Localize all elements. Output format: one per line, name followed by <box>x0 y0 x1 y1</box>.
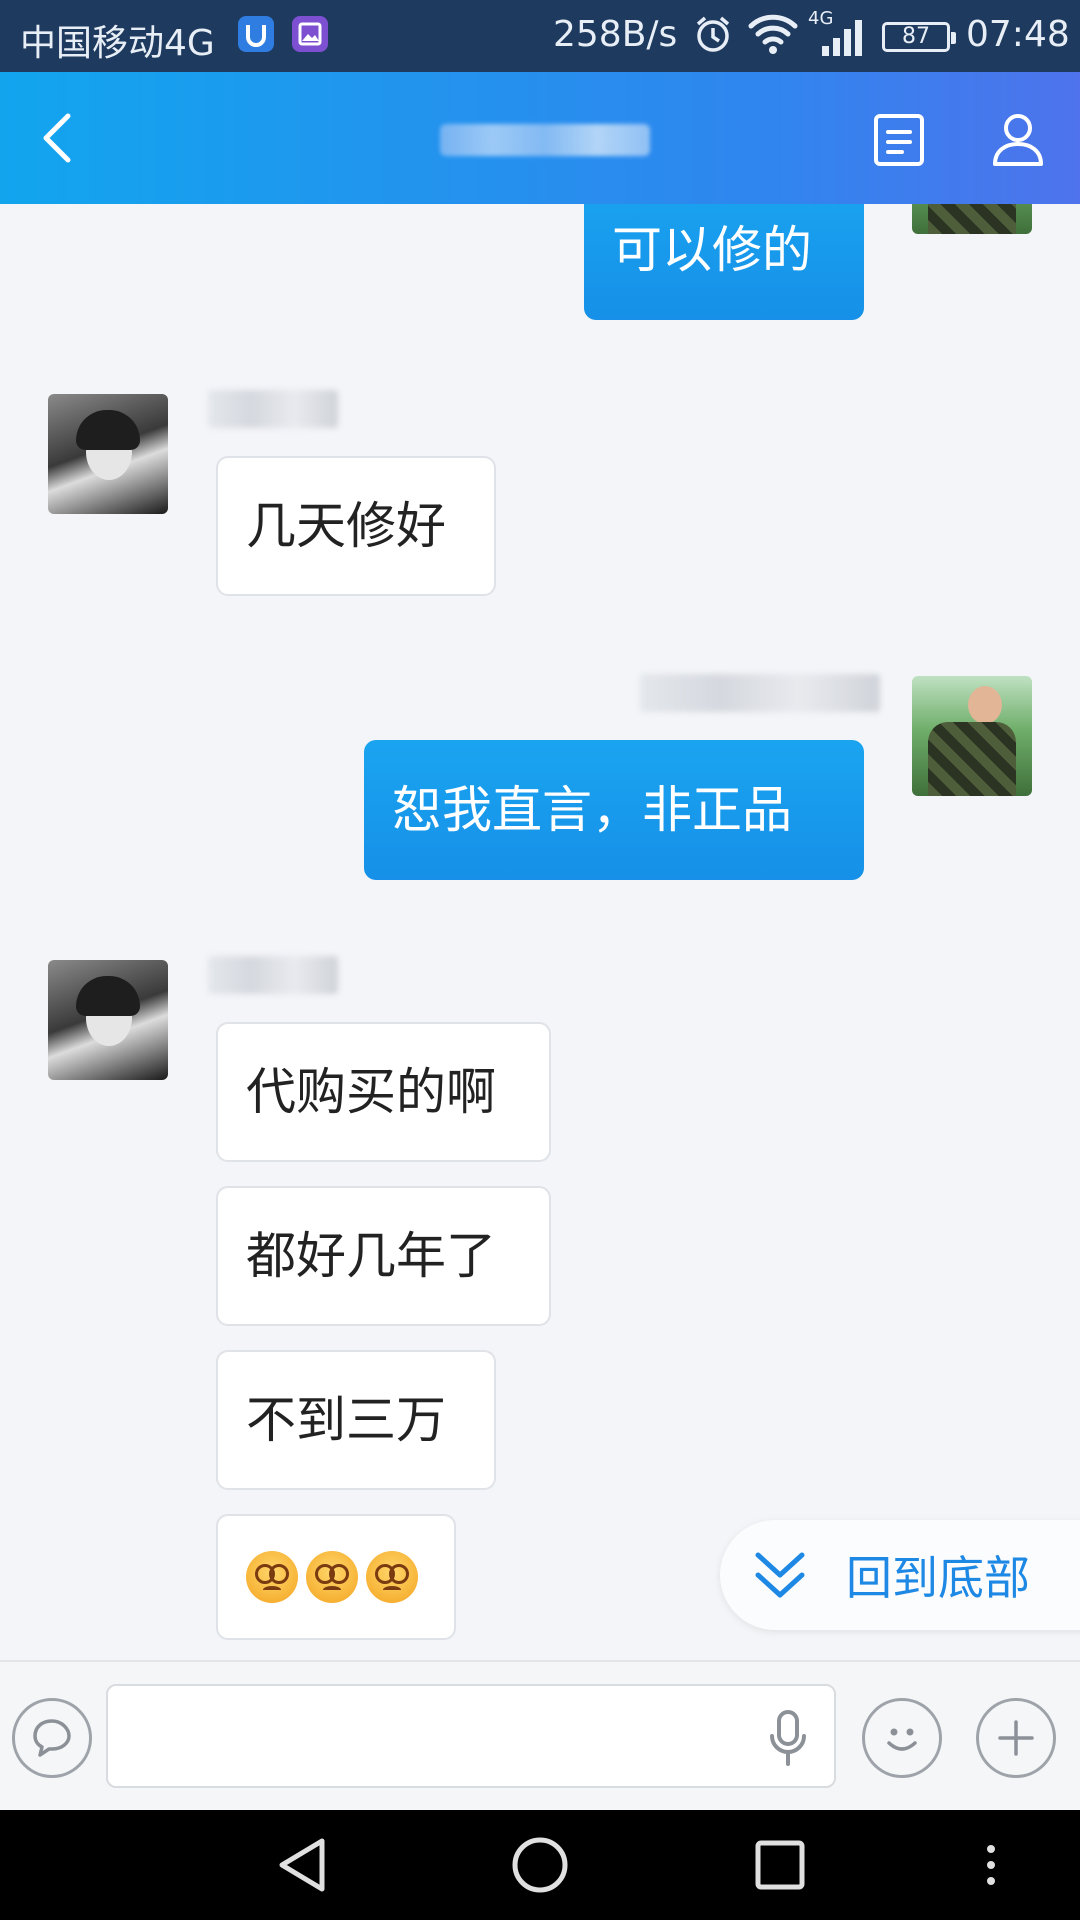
message-text: 都好几年了 <box>246 1227 496 1285</box>
nav-back-icon[interactable] <box>272 1835 332 1895</box>
my-name-redacted <box>640 674 880 712</box>
contact-avatar[interactable] <box>48 394 168 514</box>
scroll-to-bottom-label: 回到底部 <box>846 1551 1030 1605</box>
more-options-button[interactable] <box>976 1698 1056 1778</box>
plus-icon <box>998 1720 1034 1756</box>
dizzy-face-icon <box>306 1551 358 1603</box>
incoming-message-bubble[interactable]: 不到三万 <box>216 1350 496 1490</box>
outgoing-message-bubble[interactable]: 恕我直言，非正品 <box>364 740 864 880</box>
emoji-button[interactable] <box>862 1698 942 1778</box>
smiley-icon <box>887 1728 917 1751</box>
battery-indicator: 87 <box>882 22 956 52</box>
signal-icon <box>822 20 862 56</box>
incoming-message-bubble[interactable]: 都好几年了 <box>216 1186 551 1326</box>
input-bar <box>0 1660 1080 1810</box>
chat-header <box>0 72 1080 204</box>
incoming-message-bubble[interactable]: 代购买的啊 <box>216 1022 551 1162</box>
dizzy-face-icon <box>246 1551 298 1603</box>
outgoing-message-bubble[interactable]: 可以修的 <box>584 204 864 320</box>
system-nav-bar <box>0 1810 1080 1920</box>
contact-name-redacted <box>440 124 650 156</box>
double-chevron-down-icon <box>755 1552 805 1598</box>
document-icon[interactable] <box>872 112 926 168</box>
chevron-left-icon[interactable] <box>30 106 90 170</box>
message-text: 不到三万 <box>246 1391 446 1449</box>
my-avatar[interactable] <box>912 204 1032 234</box>
message-text: 恕我直言，非正品 <box>392 781 792 839</box>
status-bar: 中国移动4G 258B/s 4G 87 07:48 <box>0 0 1080 72</box>
message-input[interactable] <box>106 1684 836 1788</box>
clock: 07:48 <box>966 14 1070 55</box>
gallery-notification-icon <box>292 16 328 52</box>
incoming-message-bubble[interactable] <box>216 1514 456 1640</box>
chat-mode-button[interactable] <box>12 1698 92 1778</box>
microphone-icon[interactable] <box>768 1708 808 1768</box>
message-text: 代购买的啊 <box>246 1063 496 1121</box>
nav-recents-icon[interactable] <box>750 1835 810 1895</box>
person-icon[interactable] <box>990 110 1046 168</box>
alarm-icon <box>696 16 730 52</box>
sender-name-redacted <box>208 956 338 994</box>
wifi-icon <box>748 14 798 54</box>
message-list[interactable]: 可以修的 几天修好 恕我直言，非正品 代购买的啊 都好几年了 不到三万 回到底部 <box>0 204 1080 1660</box>
nav-menu-icon[interactable] <box>976 1835 1006 1895</box>
contact-avatar[interactable] <box>48 960 168 1080</box>
scroll-to-bottom-button[interactable]: 回到底部 <box>720 1520 1080 1630</box>
my-avatar[interactable] <box>912 676 1032 796</box>
dizzy-face-icon <box>366 1551 418 1603</box>
incoming-message-bubble[interactable]: 几天修好 <box>216 456 496 596</box>
network-speed: 258B/s <box>553 14 678 55</box>
carrier-label: 中国移动4G <box>20 23 215 64</box>
chat-bubble-icon <box>33 1719 71 1757</box>
sender-name-redacted <box>208 390 338 428</box>
app-notification-icon <box>238 16 274 52</box>
message-text: 可以修的 <box>612 221 812 279</box>
nav-home-icon[interactable] <box>510 1835 570 1895</box>
message-text: 几天修好 <box>246 497 446 555</box>
